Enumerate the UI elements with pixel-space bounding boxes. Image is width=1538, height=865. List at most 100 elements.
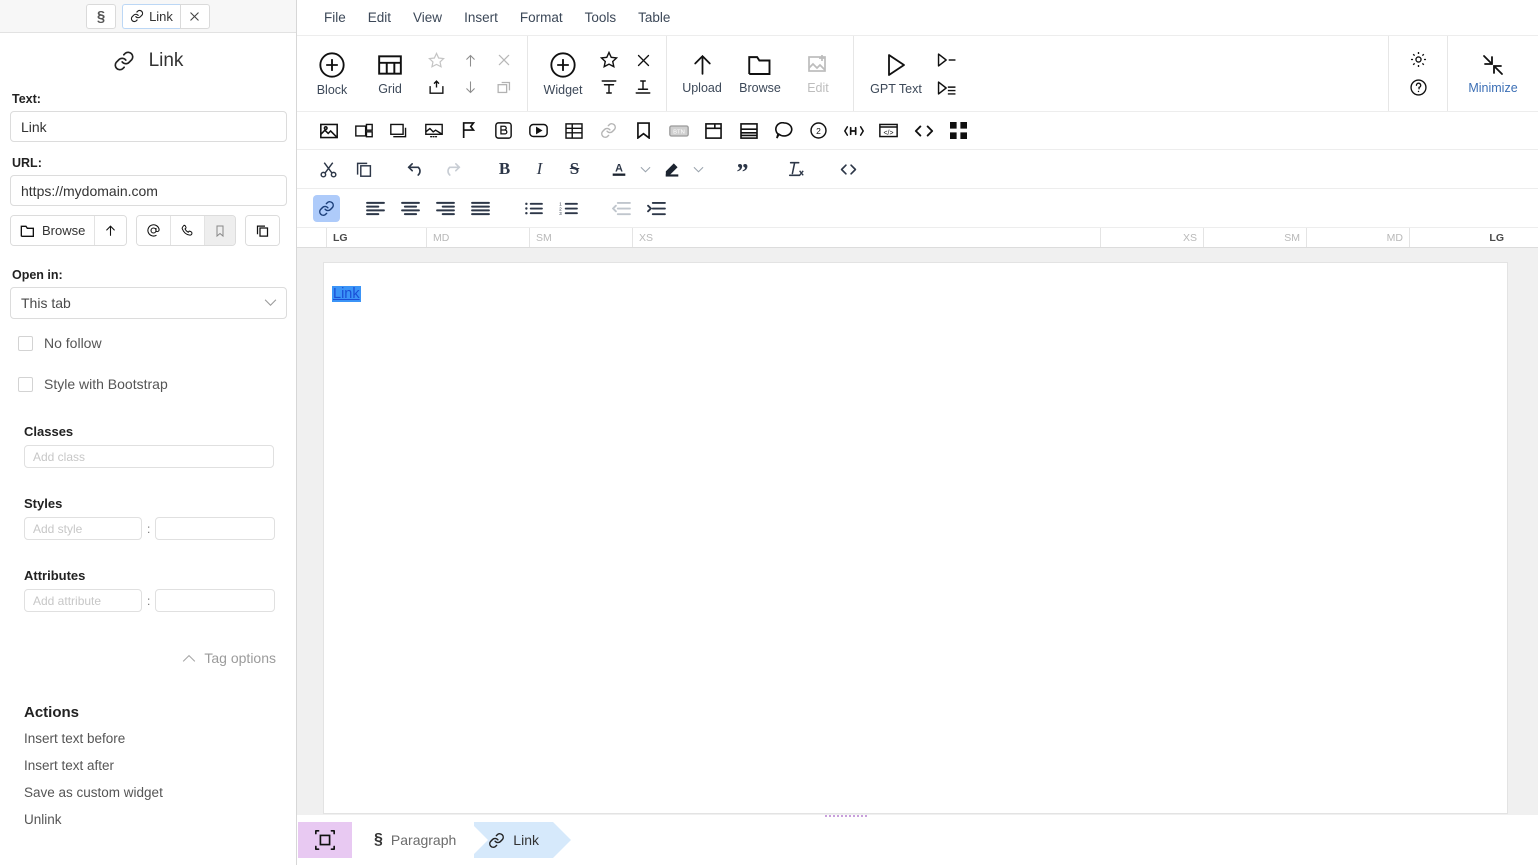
ruler-sm-left[interactable]: SM — [530, 228, 633, 247]
selected-link-text[interactable]: Link — [332, 286, 361, 302]
no-follow-checkbox[interactable] — [18, 335, 33, 351]
clear-formatting-icon[interactable] — [778, 154, 813, 184]
sidebar-tab-paragraph[interactable]: § — [86, 3, 117, 29]
image-slider-icon[interactable] — [416, 116, 451, 146]
flag-icon[interactable] — [451, 116, 486, 146]
align-text-top-icon[interactable] — [594, 75, 624, 100]
tag-options-toggle[interactable]: Tag options — [10, 650, 286, 666]
gear-icon[interactable] — [1403, 47, 1433, 72]
open-in-select[interactable]: This tab — [10, 287, 287, 319]
table-icon[interactable] — [556, 116, 591, 146]
button-icon[interactable]: BTN — [661, 116, 696, 146]
bullet-list-icon[interactable] — [516, 193, 551, 223]
help-circle-icon[interactable] — [1403, 75, 1433, 100]
attribute-value-input[interactable] — [155, 589, 276, 612]
align-right-icon[interactable] — [428, 193, 463, 223]
gpt-long-icon[interactable] — [932, 75, 962, 100]
menu-tools[interactable]: Tools — [574, 6, 628, 29]
align-center-icon[interactable] — [393, 193, 428, 223]
image-icon[interactable] — [311, 116, 346, 146]
align-text-bottom-icon[interactable] — [628, 75, 658, 100]
add-class-input[interactable] — [24, 445, 274, 468]
add-style-input[interactable] — [24, 517, 142, 540]
email-button[interactable] — [137, 216, 172, 245]
minimize-button[interactable]: Minimize — [1454, 41, 1532, 107]
comment-icon[interactable] — [766, 116, 801, 146]
upload-button[interactable] — [95, 216, 127, 245]
browse-media-button[interactable]: Browse — [731, 41, 789, 107]
gpt-text-button[interactable]: GPT Text — [860, 41, 932, 107]
save-block-icon[interactable] — [421, 75, 451, 100]
code-icon[interactable] — [906, 116, 941, 146]
link-text-input[interactable] — [10, 111, 287, 142]
menu-table[interactable]: Table — [627, 6, 681, 29]
style-bootstrap-checkbox[interactable] — [18, 376, 33, 392]
sidebar-tab-link[interactable]: Link — [122, 3, 180, 29]
add-widget-button[interactable]: Widget — [534, 41, 592, 107]
action-insert-text-before[interactable]: Insert text before — [24, 731, 286, 746]
indent-icon[interactable] — [639, 193, 674, 223]
delete-block-icon[interactable] — [489, 48, 519, 73]
action-unlink[interactable]: Unlink — [24, 812, 286, 827]
align-left-icon[interactable] — [358, 193, 393, 223]
select-element-tool[interactable] — [298, 822, 352, 858]
ruler-lg-left[interactable]: LG — [327, 228, 427, 247]
italic-icon[interactable]: I — [522, 154, 557, 184]
bold-icon[interactable]: B — [487, 154, 522, 184]
image-gallery-icon[interactable] — [346, 116, 381, 146]
heading-icon[interactable] — [836, 116, 871, 146]
cut-icon[interactable] — [311, 154, 346, 184]
style-bootstrap-row[interactable]: Style with Bootstrap — [18, 376, 286, 392]
image-stack-icon[interactable] — [381, 116, 416, 146]
menu-format[interactable]: Format — [509, 6, 574, 29]
chevron-down-icon[interactable] — [636, 154, 654, 184]
add-block-button[interactable]: Block — [303, 41, 361, 107]
favorite-widget-icon[interactable] — [594, 48, 624, 73]
add-attribute-input[interactable] — [24, 589, 142, 612]
menu-file[interactable]: File — [313, 6, 357, 29]
grid-button[interactable]: Grid — [361, 41, 419, 107]
copy-button[interactable] — [246, 216, 280, 245]
layout-icon[interactable] — [731, 116, 766, 146]
numbered-list-icon[interactable]: 123 — [551, 193, 586, 223]
browse-button[interactable]: Browse — [11, 216, 96, 245]
iframe-icon[interactable]: </> — [871, 116, 906, 146]
action-save-as-custom-widget[interactable]: Save as custom widget — [24, 785, 286, 800]
no-follow-row[interactable]: No follow — [18, 335, 286, 351]
ruler-xs-right[interactable]: XS — [1101, 228, 1204, 247]
ruler-md-right[interactable]: MD — [1307, 228, 1410, 247]
ruler-sm-right[interactable]: SM — [1204, 228, 1307, 247]
breadcrumb-paragraph[interactable]: § Paragraph — [360, 822, 489, 858]
align-justify-icon[interactable] — [463, 193, 498, 223]
undo-icon[interactable] — [399, 154, 434, 184]
gpt-short-icon[interactable] — [932, 47, 962, 72]
menu-insert[interactable]: Insert — [453, 6, 509, 29]
outdent-icon[interactable] — [604, 193, 639, 223]
editor-page[interactable]: Link — [323, 262, 1508, 814]
link-icon[interactable] — [591, 116, 626, 146]
ruler-lg-right[interactable]: LG — [1410, 228, 1510, 247]
edit-media-button[interactable]: Edit — [789, 41, 847, 107]
copy-icon[interactable] — [346, 154, 381, 184]
remove-widget-icon[interactable] — [628, 48, 658, 73]
bookmark-icon[interactable] — [626, 116, 661, 146]
favorite-block-icon[interactable] — [421, 48, 451, 73]
circle-two-icon[interactable]: 2 — [801, 116, 836, 146]
insert-link-button[interactable] — [313, 194, 340, 222]
phone-button[interactable] — [171, 216, 206, 245]
bootstrap-icon[interactable] — [486, 116, 521, 146]
redo-icon[interactable] — [434, 154, 469, 184]
font-color-icon[interactable]: A — [601, 154, 636, 184]
duplicate-block-icon[interactable] — [489, 75, 519, 100]
move-up-icon[interactable] — [455, 48, 485, 73]
video-icon[interactable] — [521, 116, 556, 146]
qr-icon[interactable] — [941, 116, 976, 146]
upload-media-button[interactable]: Upload — [673, 41, 731, 107]
ruler-md-left[interactable]: MD — [427, 228, 530, 247]
blockquote-icon[interactable]: ” — [725, 154, 760, 185]
source-code-icon[interactable] — [831, 154, 866, 184]
card-icon[interactable] — [696, 116, 731, 146]
move-down-icon[interactable] — [455, 75, 485, 100]
menu-edit[interactable]: Edit — [357, 6, 402, 29]
highlight-color-icon[interactable] — [654, 154, 689, 184]
